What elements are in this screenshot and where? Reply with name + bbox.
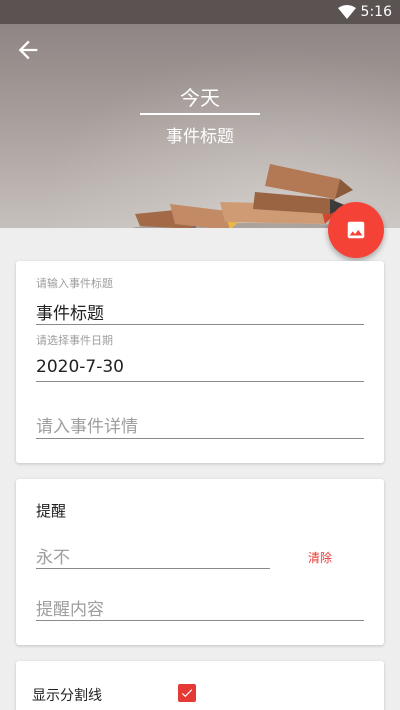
reminder-heading: 提醒	[36, 502, 67, 520]
pencils-illustration	[131, 164, 365, 228]
date-field-label: 请选择事件日期	[36, 334, 113, 347]
show-divider-checkbox[interactable]	[178, 684, 196, 702]
clear-reminder-button[interactable]: 清除	[308, 549, 332, 566]
reminder-repeat-field[interactable]: 永不	[36, 543, 70, 568]
page-title: 今天	[180, 86, 220, 110]
status-bar: 5:16	[0, 0, 400, 24]
show-divider-label: 显示分割线	[32, 688, 102, 704]
check-icon	[181, 689, 193, 698]
details-field[interactable]: 请入事件详情	[36, 412, 138, 437]
choose-image-button[interactable]	[328, 202, 384, 258]
header-image: 今天 事件标题	[0, 24, 400, 228]
title-underline	[36, 324, 364, 325]
page-subtitle: 事件标题	[166, 127, 234, 147]
status-time: 5:16	[360, 4, 392, 20]
reminder-content-field[interactable]: 提醒内容	[36, 595, 104, 620]
wifi-icon	[338, 5, 356, 19]
back-button[interactable]	[14, 36, 42, 64]
divider-option-card: 显示分割线	[16, 661, 384, 710]
image-icon	[347, 221, 365, 239]
reminder-card: 提醒 永不 清除 提醒内容	[16, 479, 384, 645]
content-underline	[36, 620, 364, 621]
repeat-underline	[36, 568, 270, 569]
title-field[interactable]: 事件标题	[36, 299, 104, 324]
title-divider	[140, 113, 260, 115]
date-field[interactable]: 2020-7-30	[36, 357, 124, 377]
title-field-label: 请输入事件标题	[36, 277, 113, 290]
event-info-card: 请输入事件标题 事件标题 请选择事件日期 2020-7-30 请入事件详情	[16, 261, 384, 463]
details-underline	[36, 438, 364, 439]
date-underline	[36, 381, 364, 382]
